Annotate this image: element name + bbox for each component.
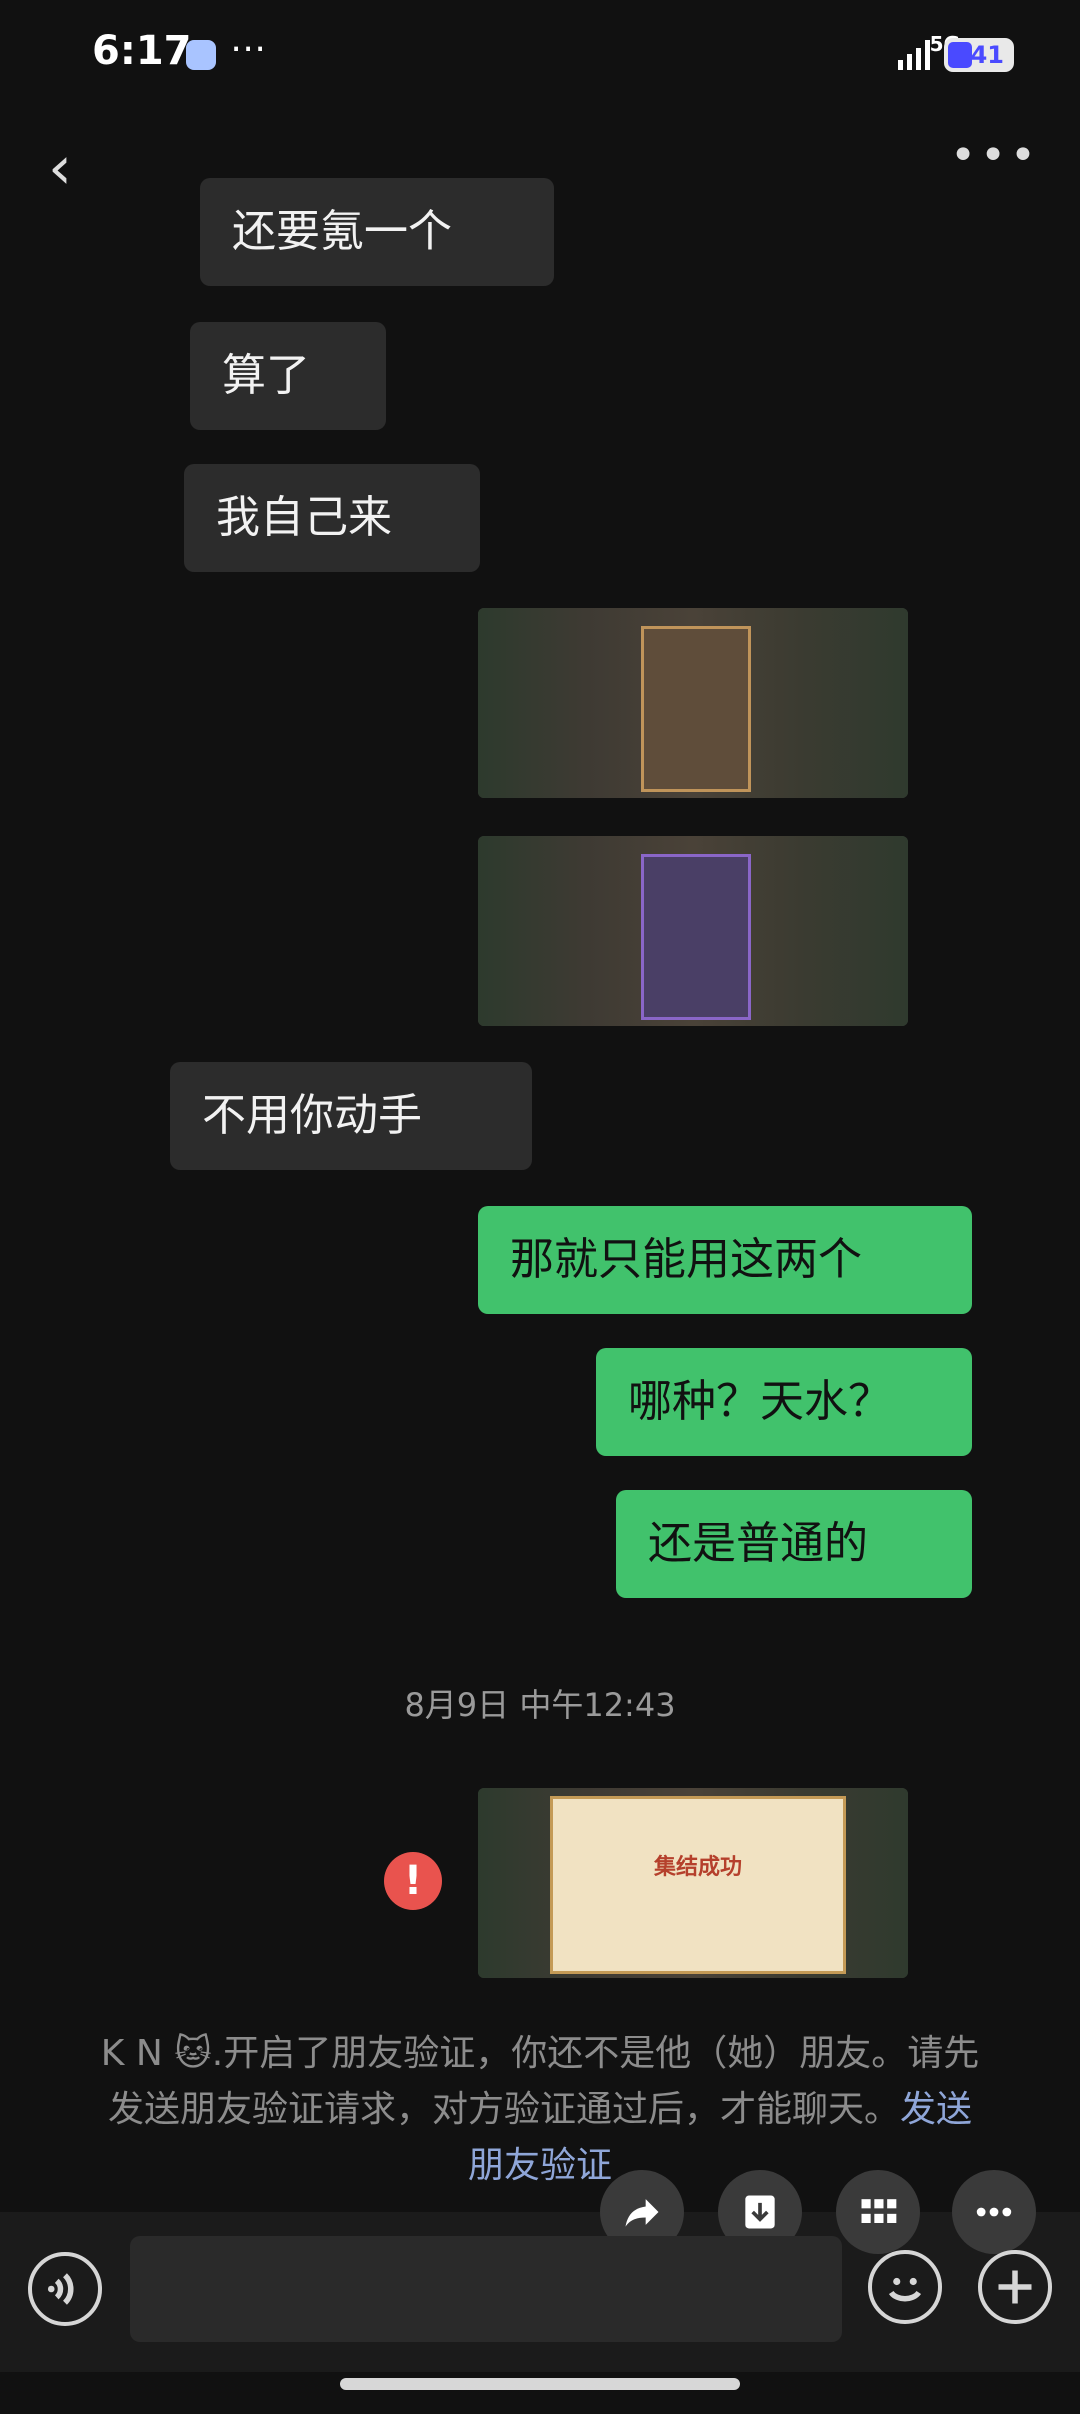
image-message[interactable]	[478, 608, 908, 798]
message-bubble[interactable]: 我自己来	[184, 464, 480, 572]
message-bubble[interactable]: 那就只能用这两个	[478, 1206, 972, 1314]
chat-more-icon[interactable]: •••	[950, 130, 1040, 181]
message-bubble[interactable]: 哪种？天水？	[596, 1348, 972, 1456]
app-notification-icon	[186, 40, 216, 70]
signal-icon	[898, 40, 934, 70]
back-icon[interactable]: ‹	[48, 138, 72, 198]
emoji-icon[interactable]	[868, 2250, 942, 2324]
message-input[interactable]	[130, 2236, 842, 2342]
home-indicator[interactable]	[340, 2378, 740, 2390]
status-time: 6:17	[92, 28, 192, 74]
grid-icon[interactable]	[836, 2170, 920, 2254]
card-title: 集结成功	[653, 1855, 742, 1880]
game-result-card: 集结成功	[550, 1796, 846, 1974]
game-dialog-thumbnail	[641, 854, 751, 1020]
message-bubble[interactable]: 不用你动手	[170, 1062, 532, 1170]
battery-level: 41	[970, 41, 1004, 69]
message-bubble[interactable]: 算了	[190, 322, 386, 430]
message-timestamp: 8月9日 中午12:43	[404, 1686, 676, 1724]
image-message[interactable]	[478, 836, 908, 1026]
image-message[interactable]: 集结成功	[478, 1788, 908, 1978]
message-bubble[interactable]: 还是普通的	[616, 1490, 972, 1598]
friend-verification-notice: K N 🐱.开启了朋友验证，你还不是他（她）朋友。请先发送朋友验证请求，对方验证…	[100, 2033, 980, 2186]
voice-input-icon[interactable]	[28, 2252, 102, 2326]
send-failed-icon[interactable]: !	[384, 1852, 442, 1910]
status-more-icon: ⋯	[230, 28, 266, 69]
battery-icon: 41	[944, 38, 1014, 72]
game-dialog-thumbnail	[641, 626, 751, 792]
more-icon[interactable]	[952, 2170, 1036, 2254]
message-bubble[interactable]: 还要氪一个	[200, 178, 554, 286]
add-attachment-icon[interactable]	[978, 2250, 1052, 2324]
